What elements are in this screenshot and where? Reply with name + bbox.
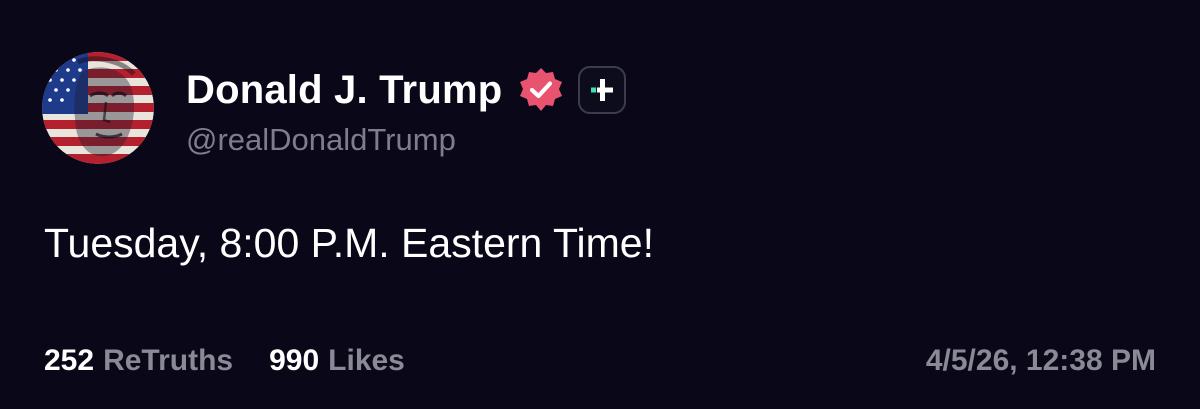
avatar[interactable] xyxy=(42,52,154,164)
post-text: Tuesday, 8:00 P.M. Eastern Time! xyxy=(44,220,654,266)
likes-count: 990 xyxy=(269,344,320,377)
likes-stat[interactable]: 990 Likes xyxy=(269,344,405,378)
retruths-count: 252 xyxy=(44,344,95,377)
flag-portrait-avatar-image xyxy=(42,52,154,164)
verified-check-icon xyxy=(516,65,566,115)
post-stats: 252 ReTruths 990 Likes xyxy=(44,344,405,378)
retruths-label: ReTruths xyxy=(103,344,234,377)
retruths-stat[interactable]: 252 ReTruths xyxy=(44,344,233,378)
author-display-name[interactable]: Donald J. Trump xyxy=(186,68,502,113)
truth-plus-icon[interactable] xyxy=(578,66,627,114)
likes-label: Likes xyxy=(328,344,405,377)
author-handle[interactable]: @realDonaldTrump xyxy=(186,122,456,158)
truth-post: Donald J. Trump @realDonaldTrump Tuesday… xyxy=(0,0,1200,409)
post-timestamp[interactable]: 4/5/26, 12:38 PM xyxy=(926,344,1156,378)
author-name-row: Donald J. Trump xyxy=(186,62,627,118)
